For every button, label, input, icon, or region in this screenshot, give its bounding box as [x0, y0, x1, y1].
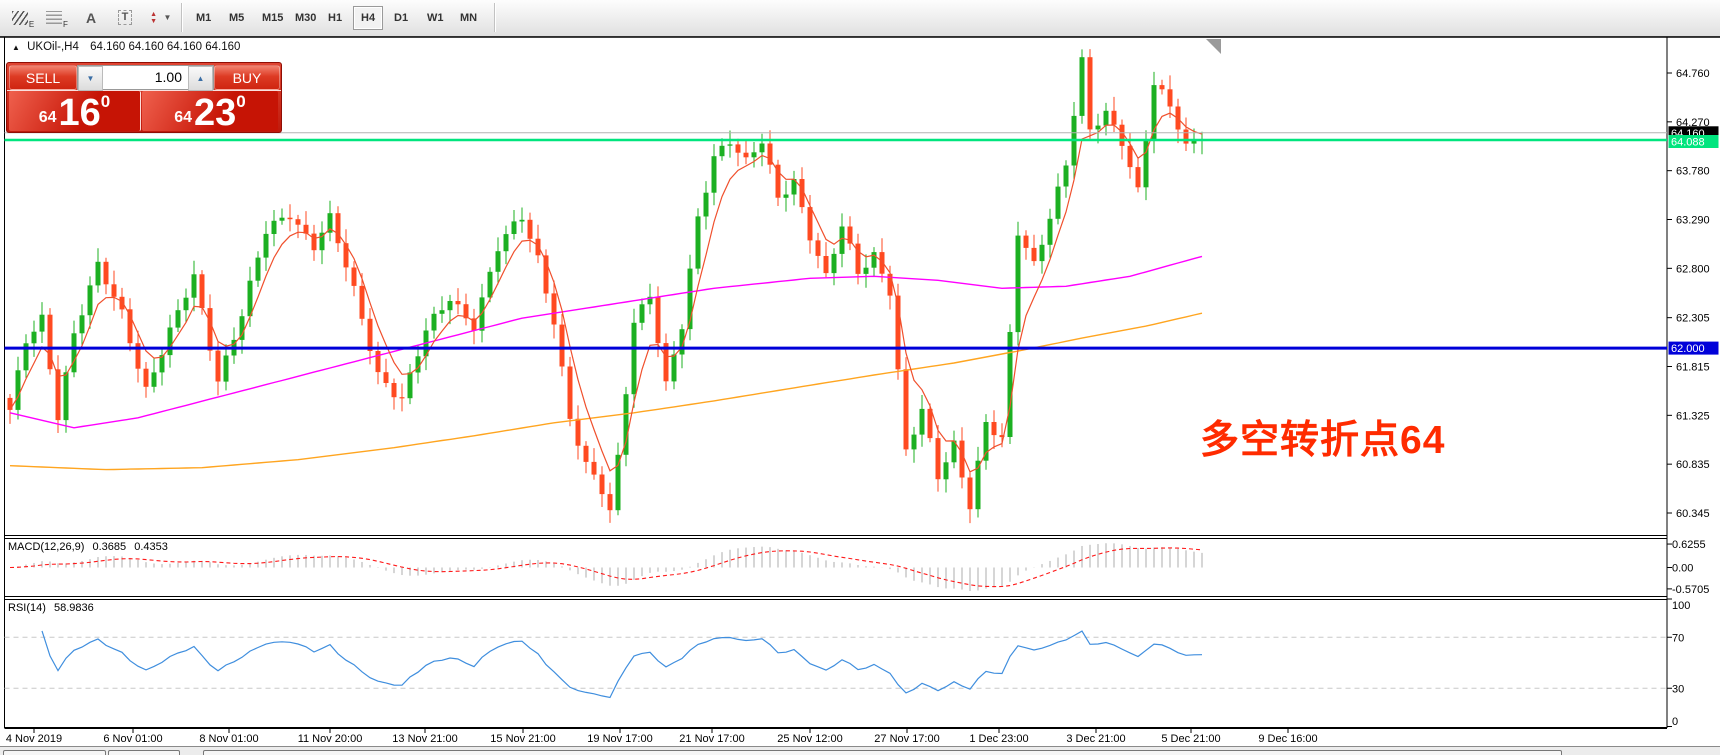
price-axis-label: 61.815 [1676, 361, 1710, 373]
symbol-period: UKOil-,H4 [27, 41, 79, 53]
volume-increase-button[interactable]: ▲ [188, 66, 213, 91]
rsi-line [41, 630, 1203, 699]
price-tag-label: 64.088 [1671, 136, 1705, 148]
macd-main-value: 0.3685 [92, 541, 127, 553]
macd-axis-label: -0.5705 [1672, 584, 1709, 596]
bid-big-digits: 16 [58, 92, 101, 134]
ohlc-open: 64.160 [90, 41, 126, 53]
rsi-axis-label: 30 [1672, 683, 1684, 695]
rsi-axis-label: 0 [1672, 716, 1678, 728]
time-axis-label: 9 Dec 16:00 [1258, 733, 1317, 745]
sell-button[interactable]: SELL [9, 65, 77, 90]
volume-input[interactable]: 1.00 [103, 66, 188, 89]
ask-sup-digit: 0 [236, 92, 246, 111]
macd-axis-label: 0.00 [1672, 563, 1693, 575]
macd-axis-label: 0.6255 [1672, 539, 1706, 551]
ohlc-low: 64.160 [166, 41, 203, 53]
ask-big-digits: 23 [194, 92, 237, 134]
chart-tab[interactable] [203, 750, 1562, 755]
time-axis-label: 21 Nov 17:00 [679, 733, 744, 745]
ohlc-high: 64.160 [128, 41, 164, 53]
price-axis-label: 63.780 [1676, 166, 1710, 178]
rsi-name: RSI(14) [8, 602, 46, 614]
bid-sup-digit: 0 [100, 92, 111, 111]
price-axis-label: 60.835 [1676, 459, 1710, 471]
price-axis-label: 61.325 [1676, 410, 1710, 422]
chart-title: ▲ UKOil-,H4 64.160 64.160 64.160 64.160 [12, 41, 240, 53]
time-axis-label: 5 Dec 21:00 [1161, 733, 1220, 745]
time-axis-label: 1 Dec 23:00 [969, 733, 1028, 745]
ask-prefix: 64 [174, 109, 193, 126]
time-axis-label: 4 Nov 2019 [6, 733, 62, 745]
time-axis-label: 25 Nov 12:00 [777, 733, 842, 745]
macd-signal-value: 0.4353 [134, 541, 168, 553]
volume-decrease-button[interactable]: ▼ [78, 66, 103, 91]
rsi-value: 58.9836 [53, 602, 94, 614]
ma-fast-line [9, 112, 1203, 473]
time-axis-label: 3 Dec 21:00 [1066, 733, 1125, 745]
bid-prefix: 64 [38, 109, 57, 126]
macd-label: MACD(12,26,9) 0.3685 0.4353 [8, 541, 173, 553]
ask-price-display[interactable]: 64 23 0 [142, 91, 278, 134]
macd-name: MACD(12,26,9) [8, 541, 85, 553]
price-axis-label: 62.800 [1676, 263, 1710, 275]
price-axis-label: 63.290 [1676, 215, 1710, 227]
chart-tab[interactable] [3, 750, 106, 755]
buy-button[interactable]: BUY [214, 65, 280, 90]
price-axis-label: 62.305 [1676, 313, 1710, 325]
ma-slow-line [9, 312, 1203, 471]
ma-mid-line [9, 255, 1203, 429]
time-axis-label: 8 Nov 01:00 [199, 733, 258, 745]
rsi-axis-label: 100 [1672, 600, 1690, 612]
chart-tab-bar [0, 746, 1720, 755]
time-axis-label: 19 Nov 17:00 [587, 733, 652, 745]
chart-tab[interactable] [108, 750, 180, 755]
one-click-trade-panel: SELL ▼ 1.00 ▲ BUY 64 16 0 64 23 0 [6, 62, 282, 133]
rsi-axis-label: 70 [1672, 632, 1684, 644]
collapse-triangle-icon[interactable]: ▲ [12, 43, 20, 52]
time-axis-label: 27 Nov 17:00 [874, 733, 939, 745]
chart-annotation-text: 多空转折点64 [1200, 419, 1446, 462]
time-axis-label: 11 Nov 20:00 [298, 733, 363, 745]
volume-spinner: ▼ 1.00 ▲ [77, 65, 214, 91]
time-axis-label: 13 Nov 21:00 [392, 733, 457, 745]
chart-shift-marker-icon [1206, 39, 1221, 54]
price-axis-label: 60.345 [1676, 508, 1710, 520]
price-axis-label: 64.760 [1676, 68, 1710, 80]
ohlc-close: 64.160 [205, 41, 241, 53]
time-axis-label: 6 Nov 01:00 [103, 733, 162, 745]
price-tag-label: 62.000 [1671, 343, 1705, 355]
time-axis-label: 15 Nov 21:00 [490, 733, 555, 745]
bid-price-display[interactable]: 64 16 0 [9, 91, 141, 134]
macd-signal-line [9, 547, 1203, 588]
rsi-label: RSI(14) 58.9836 [8, 602, 99, 614]
mt4-window: E F A T ▲ ▼ ▼ M1 M5 M15 M30 H1 H4 D1 W1 MN 64.760 64.27… [0, 0, 1720, 755]
